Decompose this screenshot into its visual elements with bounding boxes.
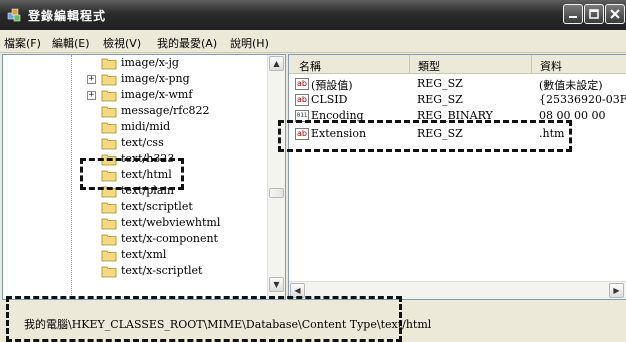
window-title: 登錄編輯程式 (28, 9, 107, 23)
folder-icon (101, 266, 117, 278)
value-name: CLSID (311, 93, 348, 106)
folder-icon (101, 74, 117, 86)
values-list-pane[interactable]: 名稱 類型 資料 ab (預設值) REG_SZ (數值未設定) ab CLSID REG_… (288, 54, 626, 300)
expand-icon[interactable]: + (87, 75, 96, 84)
folder-icon (101, 202, 117, 214)
tree-item[interactable]: image/x-jg (3, 56, 268, 71)
menu-bar: 檔案(F) 編輯(E) 檢視(V) 我的最愛(A) 說明(H) (0, 30, 626, 53)
tree-item[interactable]: message/rfc822 (3, 104, 268, 119)
folder-icon (101, 122, 117, 134)
value-data: {25336920-03F9-11 (539, 93, 626, 106)
tree-item-label: midi/mid (121, 120, 171, 133)
scroll-thumb[interactable] (269, 188, 284, 198)
registry-app-icon (7, 8, 21, 22)
tree-vertical-scrollbar[interactable]: ▲ ▼ (267, 55, 285, 299)
tree-item[interactable]: + image/x-png (3, 72, 268, 87)
tree-item-label: image/x-jg (121, 56, 179, 69)
close-button[interactable] (605, 4, 625, 24)
column-type-label: 類型 (418, 60, 440, 73)
column-header-name[interactable]: 名稱 (289, 55, 409, 74)
scroll-down-button[interactable]: ▼ (269, 277, 284, 292)
tree-item-label: text/scriptlet (121, 200, 193, 213)
highlight-status-path (6, 296, 402, 342)
string-value-icon: ab (295, 94, 309, 106)
tree-item-label: image/x-png (121, 72, 190, 85)
tree-item[interactable]: text/css (3, 136, 268, 151)
menu-favorites[interactable]: 我的最愛(A) (157, 35, 217, 51)
highlight-text-html-node (80, 158, 184, 190)
value-type: REG_SZ (417, 93, 463, 106)
tree-item[interactable]: + image/x-wmf (3, 88, 268, 103)
tree-item-label: text/x-component (121, 232, 218, 245)
tree-item-label: text/css (121, 136, 164, 149)
tree-item[interactable]: midi/mid (3, 120, 268, 135)
menu-file[interactable]: 檔案(F) (4, 35, 41, 51)
value-name: (預設值) (311, 79, 353, 92)
tree-item[interactable]: text/xml (3, 248, 268, 263)
column-name-label: 名稱 (299, 60, 321, 73)
registry-editor-window: 登錄編輯程式 檔案(F) 編輯(E) 檢視(V) 我的最愛(A) 說明(H) i… (0, 0, 626, 342)
tree-item-label: text/x-scriptlet (121, 264, 203, 277)
string-value-icon: ab (295, 78, 309, 90)
column-header-data[interactable]: 資料 (531, 55, 626, 74)
tree-item[interactable]: text/x-component (3, 232, 268, 247)
column-header-type[interactable]: 類型 (409, 55, 532, 74)
tree-item-label: message/rfc822 (121, 104, 210, 117)
folder-icon (101, 218, 117, 230)
value-data: (數值未設定) (539, 79, 603, 92)
menu-help[interactable]: 說明(H) (230, 35, 269, 51)
tree-item[interactable]: text/x-scriptlet (3, 264, 268, 279)
minimize-icon (569, 16, 577, 18)
column-data-label: 資料 (540, 60, 562, 73)
tree-item[interactable]: text/scriptlet (3, 200, 268, 215)
menu-view[interactable]: 檢視(V) (103, 35, 141, 51)
folder-icon (101, 250, 117, 262)
expand-icon[interactable]: + (87, 91, 96, 100)
value-row[interactable]: abCLSID REG_SZ {25336920-03F9-11 (289, 93, 626, 109)
tree-item[interactable]: text/webviewhtml (3, 216, 268, 231)
folder-icon (101, 90, 117, 102)
scroll-right-button[interactable]: ▶ (609, 283, 624, 298)
title-bar[interactable]: 登錄編輯程式 (0, 0, 626, 30)
menu-edit[interactable]: 編輯(E) (52, 35, 90, 51)
minimize-button[interactable] (563, 4, 583, 24)
folder-icon (101, 106, 117, 118)
tree-item-label: text/xml (121, 248, 167, 261)
value-row[interactable]: ab (預設值) REG_SZ (數值未設定) (289, 77, 626, 93)
tree-item-label: image/x-wmf (121, 88, 193, 101)
maximize-icon (589, 9, 599, 19)
tree-item-label: text/webviewhtml (121, 216, 221, 229)
folder-icon (101, 234, 117, 246)
folder-icon (101, 138, 117, 150)
folder-icon (101, 58, 117, 70)
maximize-button[interactable] (584, 4, 604, 24)
highlight-extension-row (278, 120, 572, 152)
scroll-up-button[interactable]: ▲ (269, 56, 284, 71)
close-icon (610, 9, 620, 19)
value-type: REG_SZ (417, 77, 463, 90)
